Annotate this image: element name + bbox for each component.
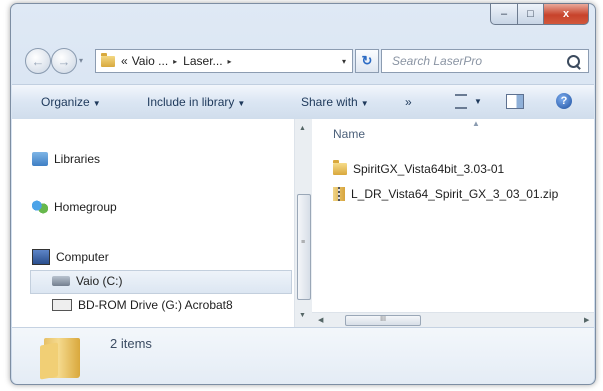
- nav-item-label: Vaio (C:): [76, 274, 123, 288]
- nav-item-libraries[interactable]: Libraries: [32, 152, 100, 166]
- scroll-down-icon[interactable]: ▼: [299, 312, 306, 319]
- share-with-button[interactable]: Share with ▼: [301, 95, 369, 109]
- close-button[interactable]: x: [544, 3, 589, 25]
- nav-item-homegroup[interactable]: Homegroup: [32, 200, 117, 214]
- details-pane: 2 items: [12, 327, 594, 384]
- nav-item-label: Computer: [56, 250, 109, 264]
- item-count: 2 items: [110, 336, 152, 351]
- address-dropdown-icon[interactable]: ▾: [342, 57, 346, 66]
- forward-button[interactable]: →: [51, 48, 77, 74]
- scroll-right-icon[interactable]: ▶: [584, 316, 589, 324]
- name-column-header[interactable]: Name: [333, 127, 365, 141]
- nav-item-vaio-c[interactable]: Vaio (C:): [52, 274, 122, 288]
- chevron-down-icon: ▼: [92, 99, 101, 108]
- refresh-button[interactable]: ↻: [355, 49, 379, 73]
- navigation-pane: Libraries Homegroup Computer Vaio (C:) B…: [12, 119, 294, 327]
- back-arrow-icon: ←: [31, 53, 45, 69]
- breadcrumb-laser[interactable]: Laser...: [183, 54, 222, 68]
- folder-icon: [101, 52, 115, 67]
- breadcrumb-separator-icon[interactable]: ▸: [228, 57, 232, 66]
- search-box[interactable]: [381, 49, 589, 73]
- chevron-down-icon: ▼: [237, 99, 246, 108]
- nav-item-computer[interactable]: Computer: [32, 249, 109, 265]
- list-item[interactable]: L_DR_Vista64_Spirit_GX_3_03_01.zip: [333, 187, 558, 201]
- view-options-dropdown-icon[interactable]: ▼: [474, 97, 482, 106]
- scroll-thumb[interactable]: ≡: [297, 194, 311, 300]
- recent-pages-dropdown[interactable]: ▾: [79, 56, 83, 65]
- zip-folder-icon: [333, 187, 345, 201]
- breadcrumb-vaio[interactable]: Vaio ...: [132, 54, 168, 68]
- homegroup-icon: [32, 200, 48, 214]
- change-view-icon[interactable]: [455, 94, 467, 109]
- nav-pane-scrollbar[interactable]: ▲ ≡ ▼: [294, 119, 312, 327]
- nav-item-label: Homegroup: [54, 200, 117, 214]
- sort-ascending-icon: ▲: [472, 119, 480, 128]
- file-name: SpiritGX_Vista64bit_3.03-01: [353, 162, 505, 176]
- file-list: Name ▲ SpiritGX_Vista64bit_3.03-01 L_DR_…: [312, 119, 594, 312]
- include-in-library-button[interactable]: Include in library ▼: [147, 95, 245, 109]
- address-row: ← → ▾ « Vaio ... ▸ Laser... ▸ ▾ ↻: [21, 48, 589, 74]
- maximize-button[interactable]: □: [518, 3, 544, 25]
- search-icon[interactable]: [567, 54, 580, 68]
- folder-icon: [333, 160, 347, 175]
- caption-buttons: – □ x: [490, 3, 589, 25]
- organize-button[interactable]: Organize ▼: [41, 95, 101, 109]
- bd-rom-icon: [52, 299, 72, 311]
- grip-icon: ≡: [301, 239, 306, 246]
- organize-label: Organize: [41, 95, 90, 109]
- list-item[interactable]: SpiritGX_Vista64bit_3.03-01: [333, 160, 505, 176]
- address-bar[interactable]: « Vaio ... ▸ Laser... ▸ ▾: [95, 49, 353, 73]
- help-icon[interactable]: ?: [556, 93, 572, 109]
- back-button[interactable]: ←: [25, 48, 51, 74]
- nav-item-label: BD-ROM Drive (G:) Acrobat8: [78, 298, 233, 312]
- drive-icon: [52, 276, 70, 286]
- scroll-up-icon[interactable]: ▲: [299, 125, 306, 132]
- search-input[interactable]: [390, 53, 567, 69]
- refresh-icon: ↻: [361, 53, 373, 68]
- breadcrumb-overflow[interactable]: «: [121, 54, 128, 68]
- forward-arrow-icon: →: [57, 53, 71, 69]
- computer-icon: [32, 249, 50, 265]
- command-bar: Organize ▼ Include in library ▼ Share with…: [12, 84, 594, 120]
- minimize-button[interactable]: –: [490, 3, 518, 25]
- more-commands-button[interactable]: »: [405, 95, 412, 109]
- file-list-hscrollbar[interactable]: ◀ III ▶: [312, 312, 594, 328]
- folder-icon: [44, 338, 80, 378]
- preview-pane-icon[interactable]: [506, 94, 524, 109]
- share-with-label: Share with: [301, 95, 358, 109]
- file-name: L_DR_Vista64_Spirit_GX_3_03_01.zip: [351, 187, 559, 201]
- chevron-down-icon: ▼: [360, 99, 369, 108]
- scroll-thumb[interactable]: III: [345, 315, 421, 326]
- scroll-left-icon[interactable]: ◀: [318, 316, 323, 324]
- include-in-library-label: Include in library: [147, 95, 235, 109]
- explorer-window: – □ x ← → ▾ « Vaio ... ▸ Laser... ▸ ▾ ↻ …: [10, 3, 596, 385]
- nav-item-bd-rom[interactable]: BD-ROM Drive (G:) Acrobat8: [52, 298, 233, 312]
- nav-item-label: Libraries: [54, 152, 101, 166]
- breadcrumb-separator-icon[interactable]: ▸: [173, 57, 177, 66]
- libraries-icon: [32, 152, 48, 166]
